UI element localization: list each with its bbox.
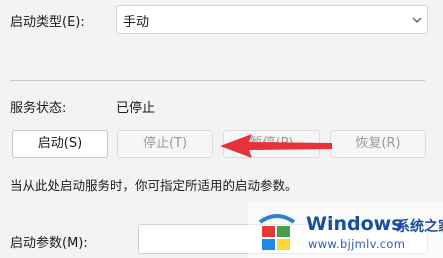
startup-type-select[interactable]: 手动	[116, 5, 428, 34]
startup-params-hint: 当从此处启动服务时，你可指定所适用的启动参数。	[10, 178, 298, 193]
stop-button[interactable]: 停止(T)	[117, 130, 213, 158]
red-arrow-left-icon	[220, 134, 332, 158]
startup-type-value: 手动	[123, 15, 150, 30]
resume-button[interactable]: 恢复(R)	[330, 130, 426, 158]
startup-type-label: 启动类型(E):	[10, 15, 85, 30]
service-status-label: 服务状态:	[10, 101, 67, 116]
section-divider	[10, 80, 425, 81]
watermark-brand: Windows	[306, 213, 403, 235]
watermark-url: www.bjjmlv.com	[308, 237, 406, 251]
chevron-down-icon	[412, 17, 422, 23]
startup-params-label: 启动参数(M):	[10, 236, 88, 251]
watermark: Windows 系统之家 www.bjjmlv.com	[248, 202, 443, 258]
watermark-brand-cn: 系统之家	[396, 219, 443, 235]
windows-logo-icon	[258, 214, 296, 250]
start-button[interactable]: 启动(S)	[12, 130, 108, 158]
service-status-value: 已停止	[116, 101, 156, 116]
